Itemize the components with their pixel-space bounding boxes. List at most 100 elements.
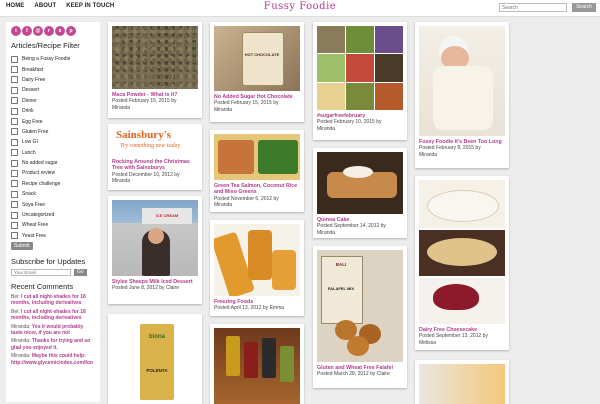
post-date: Posted March 28, 2012 by Claire bbox=[317, 371, 390, 378]
filter-item[interactable]: Product review bbox=[11, 168, 95, 178]
post-card-freezing[interactable]: Freezing Foods Posted April 13, 2012 by … bbox=[210, 220, 304, 316]
fish-finger bbox=[272, 250, 296, 290]
filter-checkbox[interactable] bbox=[11, 118, 18, 126]
post-image-baby[interactable] bbox=[419, 26, 505, 136]
twitter-icon[interactable]: t bbox=[11, 26, 21, 36]
collage-tile bbox=[317, 82, 345, 110]
search-button[interactable]: Search bbox=[572, 3, 596, 12]
filter-item[interactable]: Dessert bbox=[11, 85, 95, 95]
filter-checkbox[interactable] bbox=[11, 221, 18, 229]
post-image-chocolate[interactable]: HOT CHOCOLATE bbox=[214, 26, 300, 91]
post-card-polenta[interactable]: biona POLENTA bbox=[108, 314, 202, 404]
post-card-chocolate[interactable]: HOT CHOCOLATE No Added Sugar Hot Chocola… bbox=[210, 22, 304, 122]
post-card-sugarfree[interactable]: #sugarfreefebruary Posted February 10, 2… bbox=[313, 22, 407, 140]
filter-label: Yeast Free bbox=[22, 232, 46, 239]
post-image-quinoa[interactable] bbox=[317, 152, 403, 214]
post-card-spices[interactable] bbox=[210, 324, 304, 404]
post-card-sainsburys[interactable]: Sainsbury's Try something new today Rock… bbox=[108, 124, 202, 190]
filter-checkbox[interactable] bbox=[11, 211, 18, 219]
filter-checkbox[interactable] bbox=[11, 55, 18, 63]
post-image-falafel[interactable]: BALI FALAFEL MIX bbox=[317, 250, 403, 362]
post-image-salmon[interactable] bbox=[214, 134, 300, 180]
comment-item: Miranda: Yes it would probably taste nic… bbox=[11, 323, 84, 337]
filter-checkbox[interactable] bbox=[11, 159, 18, 167]
collage-tile bbox=[375, 82, 403, 110]
filter-checkbox[interactable] bbox=[11, 107, 18, 115]
filter-checkbox[interactable] bbox=[11, 86, 18, 94]
filter-item[interactable]: Lunch bbox=[11, 148, 95, 158]
filter-label: Dinner bbox=[22, 97, 37, 104]
filter-item[interactable]: Yeast Free bbox=[11, 231, 95, 241]
filter-item[interactable]: Soya Free bbox=[11, 199, 95, 209]
post-card-baby[interactable]: Fussy Foodie it's Been Too Long Posted F… bbox=[415, 22, 509, 168]
post-image-sugarfree[interactable] bbox=[317, 26, 403, 110]
filter-item[interactable]: Uncategorized bbox=[11, 210, 95, 220]
filter-item[interactable]: Snack bbox=[11, 189, 95, 199]
go-button[interactable]: Go bbox=[74, 269, 87, 277]
filter-item[interactable]: Being a Fussy Foodie bbox=[11, 54, 95, 64]
filter-checkbox[interactable] bbox=[11, 232, 18, 240]
post-title[interactable]: Rocking Around the Christmas Tree with S… bbox=[112, 159, 198, 172]
filter-title: Articles/Recipe Filter bbox=[11, 41, 80, 50]
post-author: Miranda bbox=[317, 125, 336, 132]
post-date: Posted June 8, 2012 by Claire bbox=[112, 285, 179, 292]
facebook-icon[interactable]: f bbox=[22, 26, 32, 36]
filter-item[interactable]: Dairy Free bbox=[11, 75, 95, 85]
filter-checkbox[interactable] bbox=[11, 190, 18, 198]
post-image-sainsburys[interactable]: Sainsbury's Try something new today bbox=[112, 128, 198, 156]
filter-checkbox[interactable] bbox=[11, 97, 18, 105]
search-input[interactable] bbox=[499, 3, 567, 12]
post-image-polenta[interactable]: biona POLENTA bbox=[112, 318, 198, 404]
filter-item[interactable]: Egg Free bbox=[11, 116, 95, 126]
post-image-cheesecake[interactable] bbox=[419, 180, 505, 324]
post-card-falafel[interactable]: BALI FALAFEL MIX Gluten and Wheat Free F… bbox=[313, 246, 407, 388]
filter-checkbox[interactable] bbox=[11, 66, 18, 74]
filter-item[interactable]: Wheat Free bbox=[11, 220, 95, 230]
post-card-cheesecake[interactable]: Dairy Free Cheesecake Posted September 1… bbox=[415, 176, 509, 350]
post-card-quinoa[interactable]: Quinoa Cake Posted September 14, 2012 by… bbox=[313, 148, 407, 238]
collage-tile bbox=[375, 54, 403, 82]
post-card-maca[interactable]: Maca Powder - What is it? Posted Februar… bbox=[108, 22, 202, 118]
filter-checkbox[interactable] bbox=[11, 138, 18, 146]
post-image-spices[interactable] bbox=[214, 328, 300, 404]
comment-author: Miranda bbox=[11, 323, 30, 330]
filter-checkbox[interactable] bbox=[11, 169, 18, 177]
filter-checkbox[interactable] bbox=[11, 149, 18, 157]
filter-item[interactable]: Low GI bbox=[11, 137, 95, 147]
filter-item[interactable]: Dinner bbox=[11, 96, 95, 106]
pack-brand: BALI bbox=[335, 262, 347, 267]
filter-item[interactable]: Breakfast bbox=[11, 64, 95, 74]
rss-icon[interactable]: r bbox=[44, 26, 54, 36]
filter-checkbox[interactable] bbox=[11, 128, 18, 136]
comment-item: Bel: I cut all night-shades for 18 month… bbox=[11, 294, 86, 307]
person-face bbox=[148, 228, 164, 244]
comment-author: Bel bbox=[11, 294, 19, 301]
filter-checkbox[interactable] bbox=[11, 201, 18, 209]
filter-item[interactable]: Recipe challenge bbox=[11, 179, 95, 189]
filter-checkbox[interactable] bbox=[11, 76, 18, 84]
post-card-stylee[interactable]: ICE CREAM Stylee Sheeps Milk Iced Desser… bbox=[108, 196, 202, 304]
filter-item[interactable]: Drink bbox=[11, 106, 95, 116]
miso-greens bbox=[258, 140, 298, 174]
polenta-brand: biona bbox=[149, 334, 165, 340]
comment-link[interactable]: I cut all night-shades for 18 months, in… bbox=[11, 294, 86, 306]
filter-checkbox[interactable] bbox=[11, 180, 18, 188]
filter-label: Product review bbox=[22, 170, 56, 177]
post-image-next[interactable] bbox=[419, 364, 505, 404]
email-icon[interactable]: @ bbox=[33, 26, 43, 36]
subscribe-title: Subscribe for Updates bbox=[11, 257, 86, 267]
collage-tile bbox=[346, 82, 374, 110]
post-image-maca[interactable] bbox=[112, 26, 198, 89]
email-field[interactable] bbox=[11, 269, 71, 277]
comment-link[interactable]: I cut all night-shades for 18 months, in… bbox=[11, 309, 86, 321]
filter-item[interactable]: Gluten Free bbox=[11, 127, 95, 137]
submit-button[interactable]: Submit bbox=[11, 242, 33, 251]
post-image-stylee[interactable]: ICE CREAM bbox=[112, 200, 198, 276]
filter-item[interactable]: No added sugar bbox=[11, 158, 95, 168]
post-image-freezing[interactable] bbox=[214, 224, 300, 296]
post-card-next[interactable] bbox=[415, 360, 509, 404]
pinterest-icon[interactable]: p bbox=[66, 26, 76, 36]
post-card-salmon[interactable]: Green Tea Salmon, Coconut Rice and Miso … bbox=[210, 130, 304, 212]
post-title[interactable]: Green Tea Salmon, Coconut Rice and Miso … bbox=[214, 183, 300, 196]
stumble-icon[interactable]: s bbox=[55, 26, 65, 36]
